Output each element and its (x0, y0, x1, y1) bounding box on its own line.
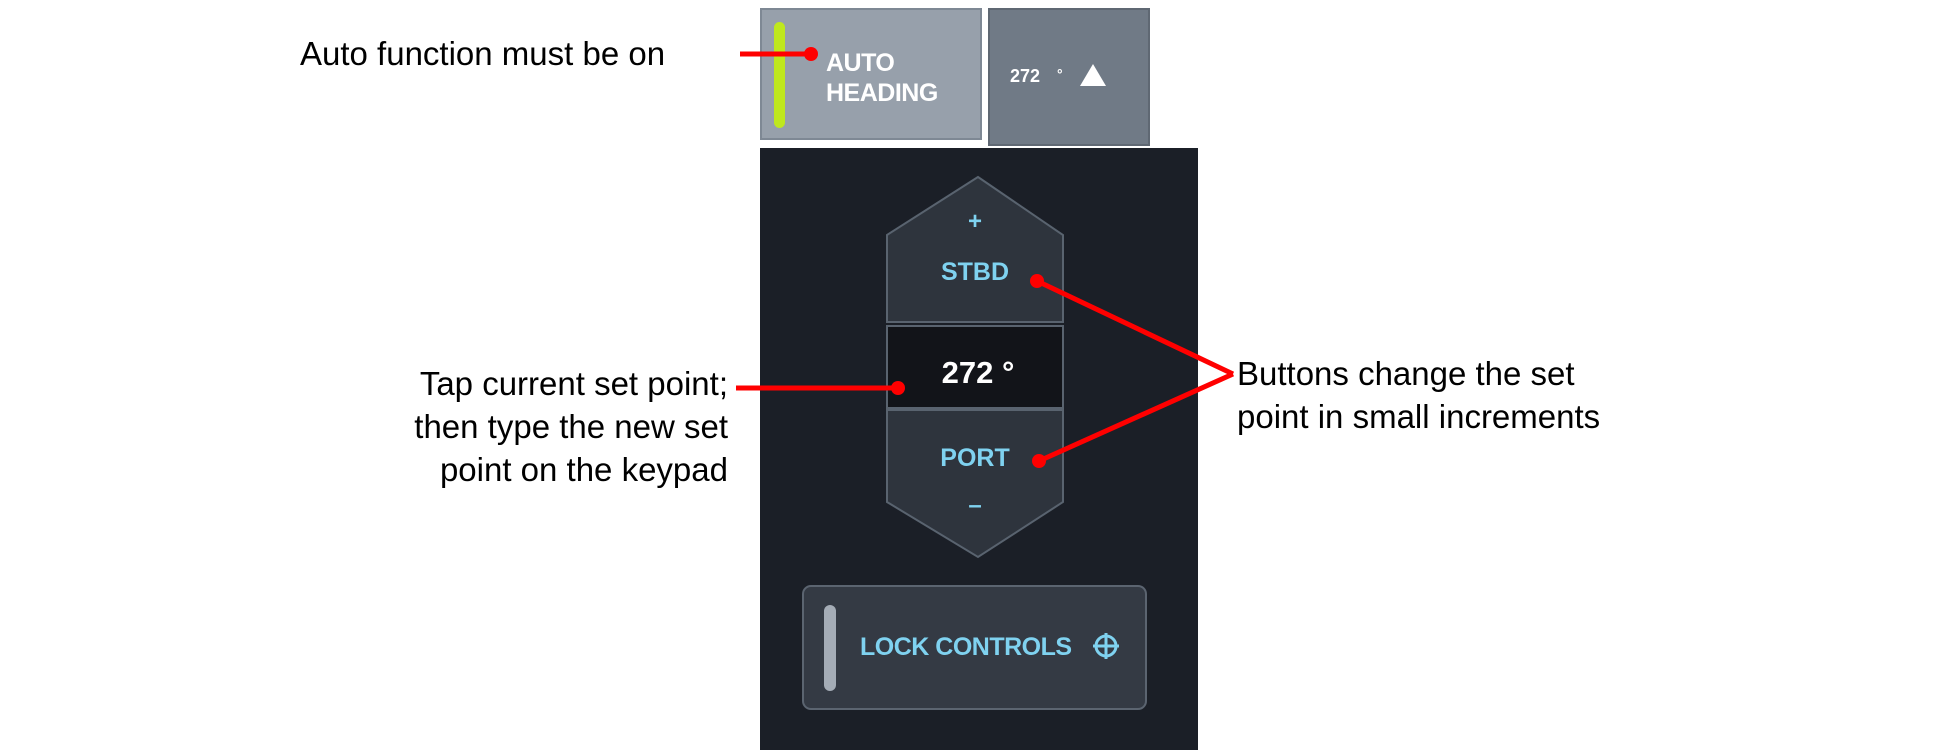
buttons-note-line2: point in small increments (1237, 398, 1601, 435)
heading-degree-symbol: ° (1057, 66, 1063, 82)
auto-function-note: Auto function must be on (300, 35, 666, 72)
setpoint-note: Tap current set point; then type the new… (300, 362, 728, 491)
lock-controls-label: LOCK CONTROLS (860, 633, 1072, 661)
auto-heading-line1: AUTO (826, 49, 895, 77)
auto-heading-label: AUTO HEADING (826, 48, 938, 108)
auto-heading-button[interactable]: AUTO HEADING (760, 8, 982, 140)
setpoint-note-line2: then type the new set (414, 408, 728, 445)
setpoint-note-line1: Tap current set point; (419, 365, 728, 402)
heading-value: 272 (1010, 66, 1041, 86)
stbd-button[interactable]: STBD (875, 258, 1075, 287)
buttons-note: Buttons change the set point in small in… (1237, 352, 1600, 438)
setpoint-note-line3: point on the keypad (439, 451, 728, 488)
stbd-plus-sign: + (967, 208, 982, 235)
auto-status-indicator (774, 22, 785, 128)
port-button-shape[interactable] (886, 409, 1064, 559)
stbd-button-shape[interactable] (886, 175, 1064, 323)
heading-expand-button[interactable]: 272 ° (988, 8, 1150, 146)
port-minus-sign: – (968, 492, 982, 519)
port-button[interactable]: PORT (875, 444, 1075, 473)
crosshair-icon (1093, 633, 1119, 659)
lock-controls-button[interactable]: LOCK CONTROLS (802, 585, 1147, 710)
auto-heading-line2: HEADING (826, 79, 938, 107)
heading-control-panel: + STBD 272 ° PORT – LOCK CONTROLS (760, 148, 1198, 750)
caret-up-icon (1080, 64, 1106, 86)
buttons-note-line1: Buttons change the set (1237, 355, 1575, 392)
lock-status-indicator (824, 605, 836, 691)
setpoint-value[interactable]: 272 ° (888, 342, 1068, 404)
